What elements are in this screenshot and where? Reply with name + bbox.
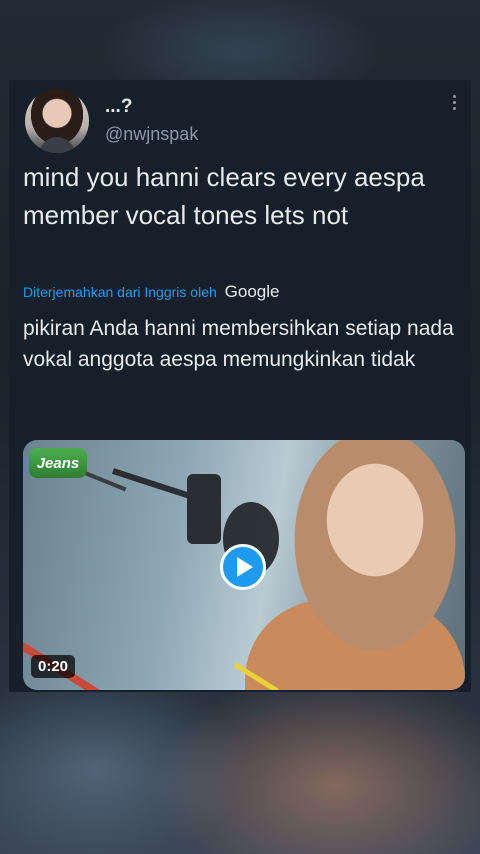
- translation-notice[interactable]: Diterjemahkan dari Inggris oleh Google: [23, 282, 279, 302]
- display-name[interactable]: ...?: [105, 96, 132, 118]
- video-logo: Jeans: [29, 448, 87, 478]
- play-button[interactable]: [220, 544, 266, 590]
- microphone: [187, 474, 221, 544]
- google-label: Google: [224, 282, 280, 301]
- translation-notice-label[interactable]: Diterjemahkan dari Inggris oleh: [23, 284, 217, 300]
- avatar[interactable]: [25, 89, 89, 153]
- video-duration: 0:20: [31, 655, 76, 678]
- translated-text: pikiran Anda hanni membersihkan setiap n…: [23, 317, 454, 371]
- person: [285, 440, 465, 690]
- more-vertical-icon[interactable]: [448, 95, 460, 115]
- play-icon: [237, 557, 253, 577]
- tweet-text: mind you hanni clears every aespa member…: [23, 162, 425, 230]
- user-handle[interactable]: @nwjnspak: [105, 124, 198, 145]
- video-player[interactable]: Jeans 0:20: [23, 440, 465, 690]
